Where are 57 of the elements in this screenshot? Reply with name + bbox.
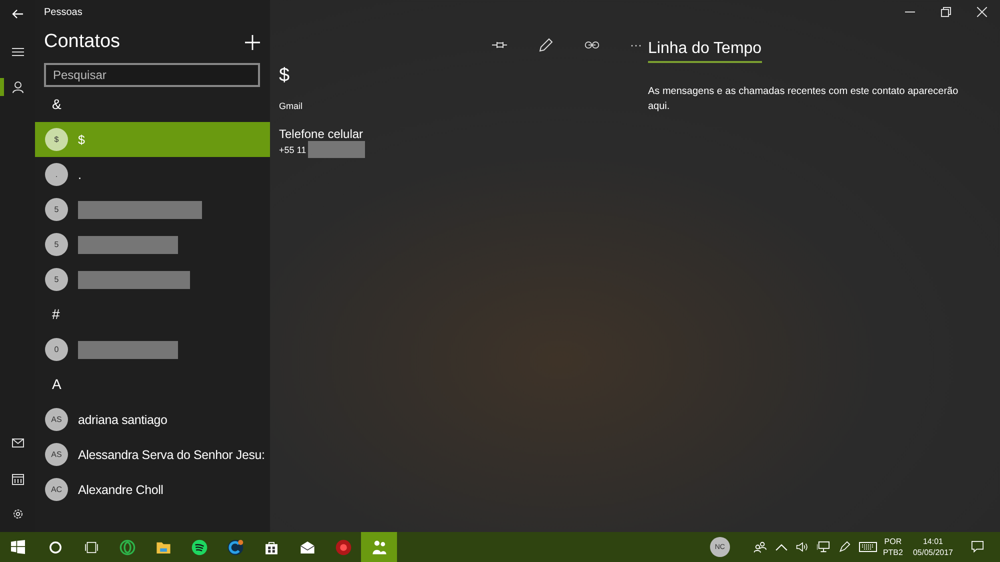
- phone-label: Telefone celular: [279, 127, 364, 141]
- language-label[interactable]: POR: [884, 536, 902, 547]
- back-arrow-icon[interactable]: [12, 8, 24, 20]
- group-letter: #: [51, 305, 61, 324]
- contact-item[interactable]: 5: [35, 192, 270, 227]
- avatar: .: [45, 163, 68, 186]
- list-title: Contatos: [44, 31, 120, 53]
- avatar: AS: [45, 443, 68, 466]
- avatar: 5: [45, 268, 68, 291]
- more-button[interactable]: ···: [630, 38, 642, 52]
- search-field[interactable]: Pesquisar: [44, 63, 260, 87]
- contact-item[interactable]: AS Alessandra Serva do Senhor Jesu:: [35, 437, 270, 472]
- calendar-icon[interactable]: [12, 473, 24, 485]
- contact-name: adriana santiago: [78, 412, 168, 426]
- contact-heading: $: [279, 65, 291, 87]
- contact-item[interactable]: AS adriana santiago: [35, 402, 270, 437]
- contact-item[interactable]: . .: [35, 157, 270, 192]
- settings-icon[interactable]: [12, 508, 24, 520]
- restore-icon[interactable]: [941, 7, 951, 17]
- contact-name: Alessandra Serva do Senhor Jesu:: [78, 448, 265, 462]
- close-icon[interactable]: [977, 7, 987, 17]
- contact-name: $: [78, 132, 85, 146]
- speaker-icon[interactable]: [796, 541, 809, 553]
- contact-item[interactable]: 5: [35, 262, 270, 297]
- contact-item[interactable]: 5: [35, 227, 270, 262]
- clock-date[interactable]: 05/05/2017: [912, 547, 953, 558]
- contact-name: .: [78, 168, 82, 182]
- window-title: Pessoas: [44, 7, 84, 20]
- menu-icon[interactable]: [12, 46, 24, 58]
- keyboard-icon[interactable]: [858, 541, 877, 553]
- pencil-icon[interactable]: [538, 38, 554, 52]
- avatar: AS: [45, 408, 68, 431]
- window-logo-icon[interactable]: [11, 540, 25, 554]
- pen-icon[interactable]: [838, 541, 851, 553]
- person-icon[interactable]: [12, 81, 24, 93]
- timeline-title: Linha do Tempo: [648, 40, 762, 63]
- timeline-message: As mensagens e as chamadas recentes com este contato aparecerão aqui.: [648, 85, 960, 114]
- avatar: AC: [45, 478, 68, 501]
- avatar: $: [45, 128, 68, 151]
- avatar: 5: [45, 233, 68, 256]
- contact-name: Alexandre Choll: [78, 482, 164, 496]
- contact-item[interactable]: AC Alexandre Choll: [35, 472, 270, 507]
- contact-item[interactable]: $ $: [35, 122, 270, 157]
- group-letter: &: [51, 95, 62, 114]
- avatar: 0: [45, 338, 68, 361]
- add-icon[interactable]: [245, 34, 260, 50]
- group-letter: A: [51, 375, 62, 394]
- phone-number: +55 11: [279, 144, 306, 154]
- notification-icon[interactable]: [971, 541, 984, 553]
- people-icon[interactable]: [754, 541, 767, 553]
- account-label: Gmail: [279, 101, 304, 111]
- mail-icon[interactable]: [12, 437, 24, 449]
- keyboard-layout-label[interactable]: PTB2: [882, 547, 903, 558]
- monitor-icon[interactable]: [816, 541, 830, 553]
- contact-item[interactable]: 0: [35, 332, 270, 367]
- clock-time[interactable]: 14:01: [922, 536, 943, 547]
- avatar: 5: [45, 198, 68, 221]
